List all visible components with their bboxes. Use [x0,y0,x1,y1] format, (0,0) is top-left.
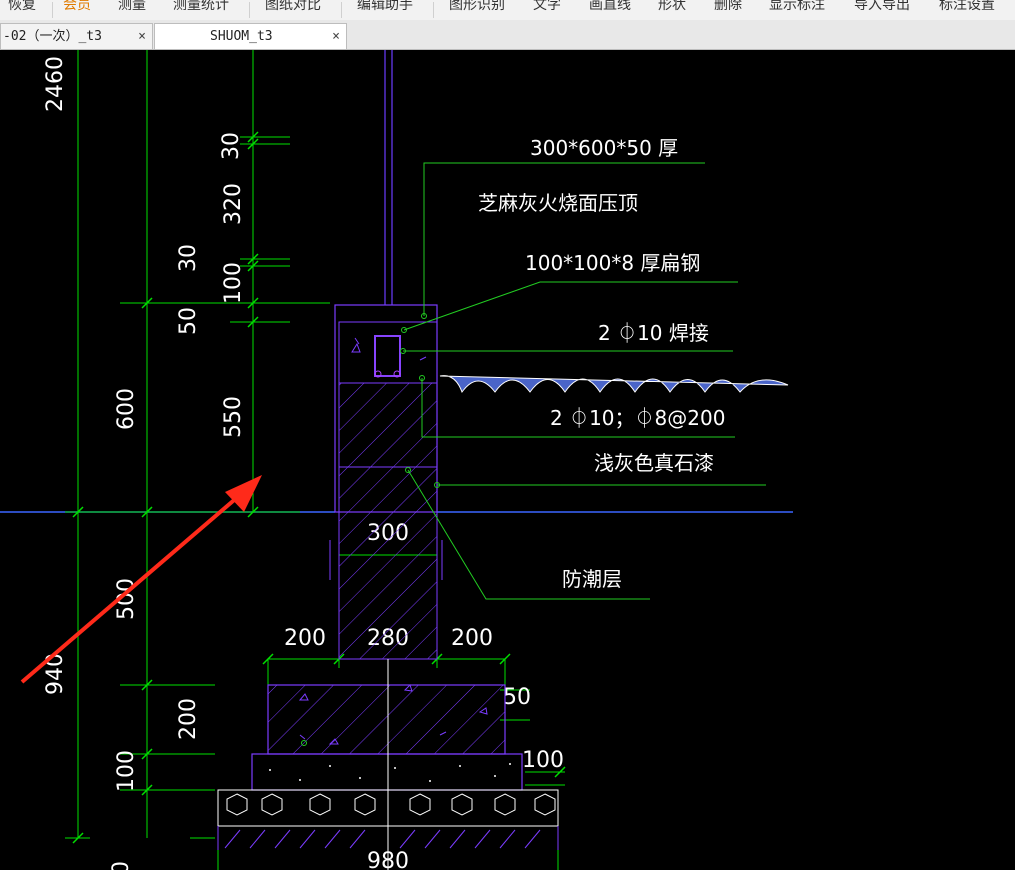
menu-separator [52,2,53,18]
dimension-100: 100 [114,750,139,792]
document-tab-bar: -02（一次）_t3 × SHUOM_t3 × [0,20,1015,50]
soil-surface [439,375,789,394]
dimension-100: 100 [221,262,246,304]
annotation-coping-size: 300*600*50 厚 [530,136,678,160]
menu-shape[interactable]: 形状 [658,0,686,14]
menu-shape-recognition[interactable]: 图形识别 [449,0,505,14]
menu-separator [341,2,342,18]
dimension-200: 200 [451,626,493,651]
dimension-0: 0 [109,861,134,870]
dimension-550: 550 [221,396,246,438]
dimension-100: 100 [522,748,564,773]
menu-separator [433,2,434,18]
tab-document-1[interactable]: -02（一次）_t3 × [0,23,153,49]
annotation-labels: 300*600*50 厚 芝麻灰火烧面压顶 100*100*8 厚扁钢 2 ⏀1… [478,136,725,591]
tab-document-2[interactable]: SHUOM_t3 × [154,23,347,49]
menu-delete[interactable]: 删除 [714,0,742,14]
menu-bar: 恢复 会员 测量 测量统计 图纸对比 编辑助手 图形识别 文字 画直线 形状 删… [0,0,1015,20]
close-icon[interactable]: × [332,24,340,49]
cad-drawing-canvas[interactable]: 2460 30 320 30 100 50 600 550 500 940 20… [0,50,1015,870]
menu-import-export[interactable]: 导入导出 [854,0,910,14]
dimension-50: 50 [176,307,201,335]
red-arrow-pointer [20,475,262,684]
tab-label: SHUOM_t3 [210,29,273,44]
annotation-damp-proof: 防潮层 [562,567,622,591]
dimension-600: 600 [114,388,139,430]
menu-edit-assistant[interactable]: 编辑助手 [357,0,413,14]
annotation-flat-steel: 100*100*8 厚扁钢 [525,251,700,275]
dimension-320: 320 [221,183,246,225]
dimension-200: 200 [176,698,201,740]
close-icon[interactable]: × [138,24,146,49]
menu-annotation-settings[interactable]: 标注设置 [939,0,995,14]
menu-show-annotations[interactable]: 显示标注 [769,0,825,14]
menu-measure[interactable]: 测量 [118,0,146,14]
dimension-50: 50 [503,685,531,710]
menu-text[interactable]: 文字 [533,0,561,14]
menu-vip[interactable]: 会员 [63,0,91,14]
menu-restore[interactable]: 恢复 [8,0,36,14]
menu-draw-line[interactable]: 画直线 [589,0,631,14]
dimension-200: 200 [284,626,326,651]
dimension-30: 30 [176,244,201,272]
menu-drawing-compare[interactable]: 图纸对比 [265,0,321,14]
tab-label: -02（一次）_t3 [3,29,102,44]
dimension-2460: 2460 [43,56,68,112]
annotation-weld-rebar: 2 ⏀10 焊接 [598,321,709,345]
annotation-rebar-spacing: 2 ⏀10；⏀8@200 [550,406,725,430]
menu-separator [249,2,250,18]
annotation-coping-material: 芝麻灰火烧面压顶 [478,191,638,215]
annotation-stone-paint: 浅灰色真石漆 [594,451,714,475]
dimension-30: 30 [219,132,244,160]
wall-section [217,50,559,870]
menu-measure-stats[interactable]: 测量统计 [173,0,229,14]
